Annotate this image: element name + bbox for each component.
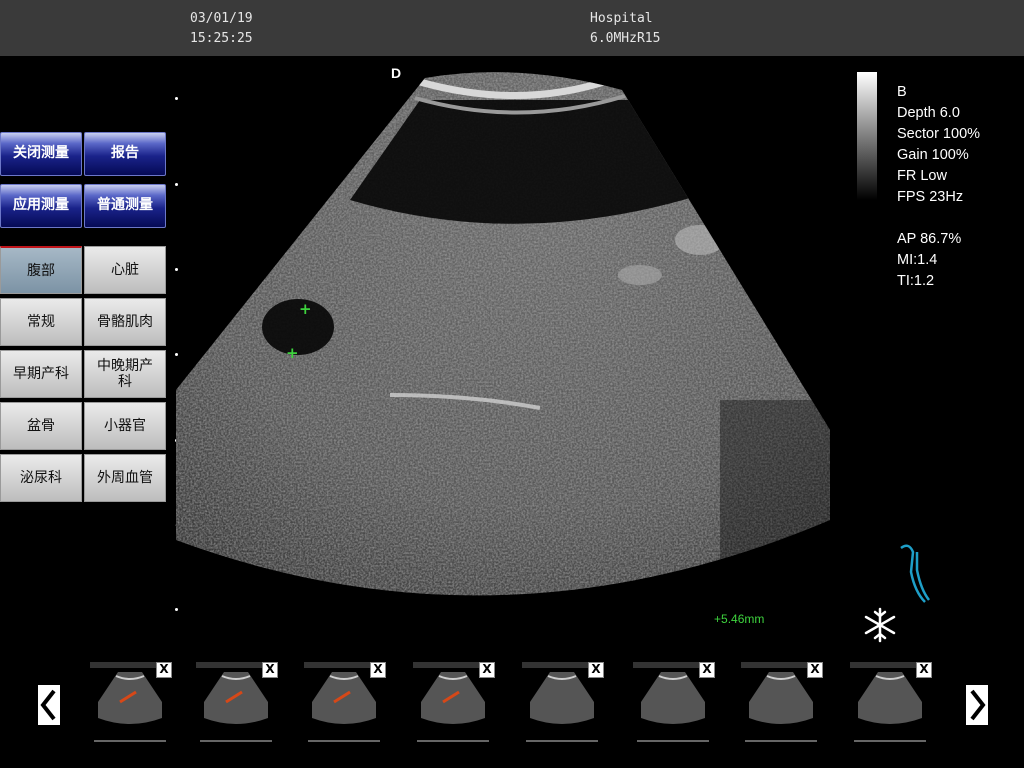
measurement-value: 5.46mm bbox=[721, 612, 765, 626]
prev-page-button[interactable] bbox=[38, 685, 60, 725]
thumbnail-close-button[interactable]: X bbox=[916, 662, 932, 678]
chevron-right-icon bbox=[970, 689, 986, 721]
thumbnail-item[interactable]: X bbox=[90, 662, 172, 746]
thumbnail-close-button[interactable]: X bbox=[479, 662, 495, 678]
thumbnail-item[interactable]: X bbox=[633, 662, 715, 746]
info-line: TI:1.2 bbox=[897, 273, 935, 289]
snowflake-icon[interactable] bbox=[862, 606, 898, 644]
thumbnail-item[interactable]: X bbox=[850, 662, 932, 746]
thumbnail-close-button[interactable]: X bbox=[156, 662, 172, 678]
info-line: B bbox=[897, 84, 907, 100]
thumbnail-item[interactable]: X bbox=[304, 662, 386, 746]
info-panel: B Depth 6.0 Sector 100% Gain 100% FR Low… bbox=[897, 82, 980, 292]
grayscale-bar bbox=[857, 72, 877, 200]
next-page-button[interactable] bbox=[966, 685, 988, 725]
thumbnail-item[interactable]: X bbox=[522, 662, 604, 746]
info-line: Sector 100% bbox=[897, 126, 981, 142]
thumbnail-item[interactable]: X bbox=[741, 662, 823, 746]
caliper-icon: + bbox=[714, 612, 722, 626]
info-line: FPS 23Hz bbox=[897, 189, 964, 205]
thumbnail-item[interactable]: X bbox=[413, 662, 495, 746]
caliper-icon[interactable]: + bbox=[299, 302, 312, 317]
thumbnail-close-button[interactable]: X bbox=[262, 662, 278, 678]
orientation-marker: D bbox=[391, 65, 402, 81]
thumbnail-close-button[interactable]: X bbox=[370, 662, 386, 678]
measurement-readout: +5.46mm bbox=[714, 612, 764, 626]
info-line: Gain 100% bbox=[897, 147, 969, 163]
info-line: Depth 6.0 bbox=[897, 105, 960, 121]
thumbnail-close-button[interactable]: X bbox=[699, 662, 715, 678]
thumbnail-item[interactable]: X bbox=[196, 662, 278, 746]
caliper-icon[interactable]: + bbox=[286, 346, 299, 361]
thumbnail-close-button[interactable]: X bbox=[807, 662, 823, 678]
body-mark-icon[interactable] bbox=[895, 542, 935, 606]
chevron-left-icon bbox=[40, 689, 56, 721]
info-line: AP 86.7% bbox=[897, 231, 962, 247]
info-line: MI:1.4 bbox=[897, 252, 938, 268]
thumbnail-close-button[interactable]: X bbox=[588, 662, 604, 678]
info-line: FR Low bbox=[897, 168, 947, 184]
